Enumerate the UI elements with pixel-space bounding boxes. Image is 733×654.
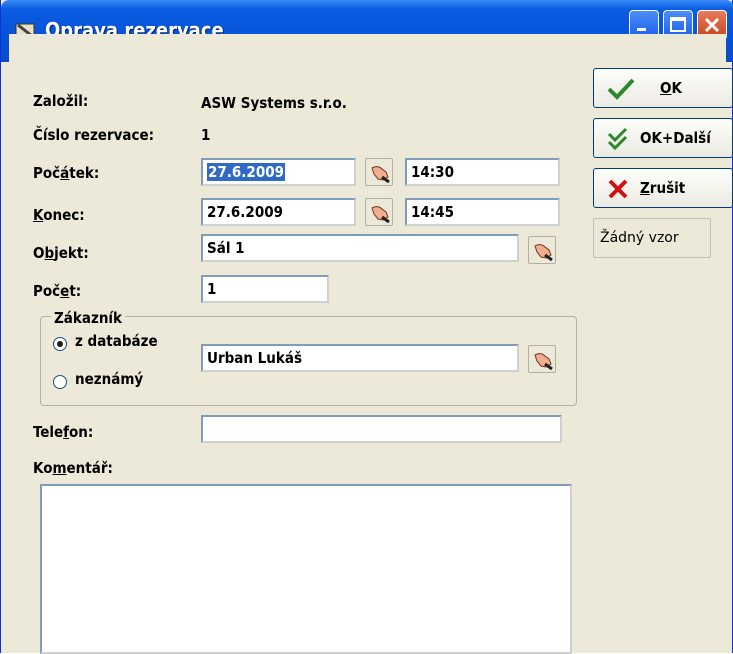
hand-pointer-icon xyxy=(371,166,390,184)
cislo-label: Číslo rezervace: xyxy=(33,126,155,144)
cancel-button-label: Zrušit xyxy=(640,179,686,197)
komentar-label: Komentář: xyxy=(33,459,113,477)
double-checkmark-icon xyxy=(607,127,628,151)
objekt-pick-button[interactable] xyxy=(528,236,556,264)
cislo-value: 1 xyxy=(201,126,211,144)
telefon-label: Telefon: xyxy=(33,423,94,441)
zalozil-label: Založil: xyxy=(33,92,89,110)
hand-pointer-icon xyxy=(534,244,553,262)
customer-input[interactable]: Urban Lukáš xyxy=(201,344,519,372)
checkmark-icon xyxy=(607,78,635,100)
komentar-textarea[interactable] xyxy=(40,484,572,654)
radio-neznamy-label[interactable]: neznámý xyxy=(75,370,143,388)
pocatek-time-input[interactable]: 14:30 xyxy=(405,158,560,186)
konec-date-input[interactable]: 27.6.2009 xyxy=(201,198,356,226)
pocet-input[interactable]: 1 xyxy=(201,275,329,303)
template-button-label: Žádný vzor xyxy=(600,230,679,246)
cancel-button[interactable]: Zrušit xyxy=(593,168,733,208)
radio-z-databaze[interactable] xyxy=(53,337,67,351)
red-x-icon xyxy=(608,179,628,199)
objekt-label: Objekt: xyxy=(33,244,89,262)
radio-z-databaze-label[interactable]: z databáze xyxy=(75,332,158,350)
ok-next-button[interactable]: OK+Další xyxy=(593,118,733,158)
zalozil-value: ASW Systems s.r.o. xyxy=(201,94,347,112)
ok-button-label: OK xyxy=(660,79,682,97)
dialog-window: Oprava rezervace Založil: ASW Systems s.… xyxy=(0,0,733,654)
dialog-body: Založil: ASW Systems s.r.o. Číslo rezerv… xyxy=(9,34,733,654)
ok-button[interactable]: OK xyxy=(593,68,733,108)
pocatek-date-input[interactable]: 27.6.2009 xyxy=(201,158,356,186)
konec-time-input[interactable]: 14:45 xyxy=(405,198,560,226)
konec-label: Konec: xyxy=(33,206,85,224)
objekt-input[interactable]: Sál 1 xyxy=(201,234,519,262)
pocatek-pick-button[interactable] xyxy=(365,158,393,186)
hand-pointer-icon xyxy=(371,206,390,224)
template-button[interactable]: Žádný vzor xyxy=(593,218,711,258)
telefon-input[interactable] xyxy=(201,415,562,443)
radio-neznamy[interactable] xyxy=(53,375,67,389)
ok-next-button-label: OK+Další xyxy=(640,129,711,147)
konec-pick-button[interactable] xyxy=(365,198,393,226)
pocet-label: Počet: xyxy=(33,282,82,300)
hand-pointer-icon xyxy=(534,353,553,371)
zakaznik-group-title: Zákazník xyxy=(51,309,126,327)
pocatek-label: Počátek: xyxy=(33,164,100,182)
customer-pick-button[interactable] xyxy=(528,345,556,373)
pocatek-date-selected-text: 27.6.2009 xyxy=(207,163,285,181)
